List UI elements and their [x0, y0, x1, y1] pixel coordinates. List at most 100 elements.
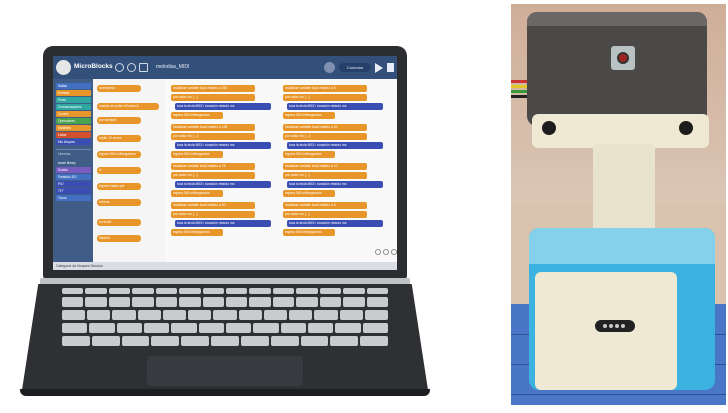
keyboard-key: [202, 288, 224, 294]
keyboard-key: [112, 310, 136, 320]
script-block[interactable]: toca la tecla MIDI i duración retardo ms: [287, 142, 383, 149]
keyboard-key: [289, 310, 313, 320]
category-entrada[interactable]: Entrada: [56, 90, 91, 96]
script-block[interactable]: inicializar variable local retardo a 5: [283, 202, 367, 209]
scripting-area[interactable]: inicializar variable local retardo a 250…: [165, 79, 397, 262]
keyboard-key: [240, 336, 269, 346]
script-block[interactable]: espera 500 milisegundos: [171, 229, 223, 236]
category-pines[interactable]: Pines: [56, 97, 91, 103]
palette-block[interactable]: espera hasta que: [97, 183, 141, 190]
library-tonos[interactable]: Tonos: [56, 195, 91, 201]
script-block[interactable]: inicializar variable local retardo a 125: [171, 124, 255, 131]
script-block[interactable]: toca la tecla MIDI i duración retardo ms: [287, 220, 383, 227]
board-button[interactable]: Conectar: [339, 63, 371, 72]
script-block[interactable]: espera 500 milisegundos: [171, 112, 223, 119]
script-block[interactable]: inicializar variable local retardo a 50: [171, 202, 255, 209]
file-icon[interactable]: [139, 63, 148, 72]
script-block[interactable]: inicializar variable local retardo a 20: [283, 124, 367, 131]
category-control[interactable]: Control: [56, 111, 91, 117]
keyboard-key: [188, 310, 212, 320]
keyboard-key: [179, 297, 201, 307]
camera-module-top: [527, 12, 707, 26]
palette-block[interactable]: repite 10 veces: [97, 135, 141, 142]
keyboard-key: [62, 310, 86, 320]
script-block[interactable]: espera 500 milisegundos: [171, 190, 223, 197]
keyboard-key: [330, 336, 359, 346]
gear-icon[interactable]: [127, 63, 136, 72]
palette-block[interactable]: por siempre: [97, 117, 141, 124]
script-block[interactable]: por cada i en [...]: [283, 211, 367, 218]
script-block[interactable]: inicializar variable local retardo a 75: [171, 163, 255, 170]
keyboard-key: [62, 297, 84, 307]
keyboard-key: [343, 297, 365, 307]
palette-block[interactable]: al recibir: [97, 219, 141, 226]
keyboard-key: [62, 336, 90, 346]
category-mis-bloques[interactable]: Mis bloques: [56, 139, 91, 145]
script-block[interactable]: toca la tecla MIDI i duración retardo ms: [175, 142, 271, 149]
zoom-reset-icon[interactable]: [383, 249, 389, 255]
script-block[interactable]: por cada i en [...]: [283, 94, 367, 101]
library-sonido[interactable]: Sonido: [56, 167, 91, 173]
category-comunicaciones[interactable]: Comunicaciones: [56, 104, 91, 110]
palette-block[interactable]: al empezar: [97, 85, 141, 92]
script-block[interactable]: inicializar variable local retardo a 10: [283, 163, 367, 170]
category-operadores[interactable]: Operadores: [56, 118, 91, 124]
script-block[interactable]: toca la tecla MIDI i duración retardo ms: [175, 181, 271, 188]
start-icon[interactable]: [375, 63, 383, 73]
keyboard-key: [202, 297, 224, 307]
script-block[interactable]: espera 500 milisegundos: [283, 190, 335, 197]
keyboard-key: [162, 310, 187, 320]
keyboard-key: [62, 288, 84, 294]
script-block[interactable]: inicializar variable local retardo a 250: [171, 85, 255, 92]
usb-connect-icon[interactable]: [324, 62, 335, 73]
mount-neck: [593, 144, 655, 234]
keyboard-key: [249, 297, 271, 307]
trackpad: [147, 356, 303, 386]
keyboard-key: [300, 336, 329, 346]
top-toolbar: MicroBlocks melodias_MIDI Conectar: [53, 56, 397, 79]
palette-block[interactable]: difundir: [97, 235, 141, 242]
keyboard-key: [144, 323, 170, 333]
zoom-out-icon[interactable]: [375, 249, 381, 255]
script-block[interactable]: por cada i en [...]: [171, 172, 255, 179]
keyboard-key: [132, 297, 154, 307]
script-block[interactable]: espera 500 milisegundos: [283, 229, 335, 236]
script-block[interactable]: por cada i en [...]: [283, 133, 367, 140]
script-block[interactable]: espera 500 milisegundos: [171, 151, 223, 158]
zoom-in-icon[interactable]: [391, 249, 397, 255]
palette-block[interactable]: cuando se pulse el botón A: [97, 103, 159, 110]
script-block[interactable]: por cada i en [...]: [171, 133, 255, 140]
keyboard-key: [314, 310, 338, 320]
keyboard-key: [181, 336, 210, 346]
script-block[interactable]: por cada i en [...]: [171, 94, 255, 101]
keyboard-key: [319, 297, 342, 307]
library-pio[interactable]: PIO: [56, 181, 91, 187]
palette-block[interactable]: si: [97, 167, 141, 174]
category-variables[interactable]: Variables: [56, 125, 91, 131]
category-listas[interactable]: Listas: [56, 132, 91, 138]
library-pantalla-led[interactable]: Pantalla LED: [56, 174, 91, 180]
library-smart-library[interactable]: smart library: [56, 160, 91, 166]
screw-icon: [542, 121, 556, 135]
palette-block[interactable]: espera 500 milisegundos: [97, 151, 141, 158]
stop-icon[interactable]: [387, 63, 394, 72]
script-block[interactable]: espera 500 milisegundos: [283, 112, 335, 119]
camera-lens-icon: [617, 52, 629, 64]
libraries-heading: Librerías: [58, 152, 71, 156]
category-salida[interactable]: Salida: [56, 83, 91, 89]
keyboard-key: [335, 323, 361, 333]
script-block[interactable]: inicializar variable local retardo a 5: [283, 85, 367, 92]
library-tft[interactable]: TFT: [56, 188, 91, 194]
script-block[interactable]: toca la tecla MIDI i duración retardo ms: [175, 103, 271, 110]
script-block[interactable]: toca la tecla MIDI i duración retardo ms: [175, 220, 271, 227]
script-block[interactable]: toca la tecla MIDI i duración retardo ms: [287, 181, 383, 188]
script-block[interactable]: espera 500 milisegundos: [283, 151, 335, 158]
keyboard-key: [108, 288, 131, 294]
screw-icon: [679, 121, 693, 135]
script-block[interactable]: por cada i en [...]: [283, 172, 367, 179]
keyboard-key: [364, 310, 388, 320]
script-block[interactable]: toca la tecla MIDI i duración retardo ms: [287, 103, 383, 110]
script-block[interactable]: por cada i en [...]: [171, 211, 255, 218]
palette-block[interactable]: retorna: [97, 199, 141, 206]
globe-icon[interactable]: [115, 63, 124, 72]
